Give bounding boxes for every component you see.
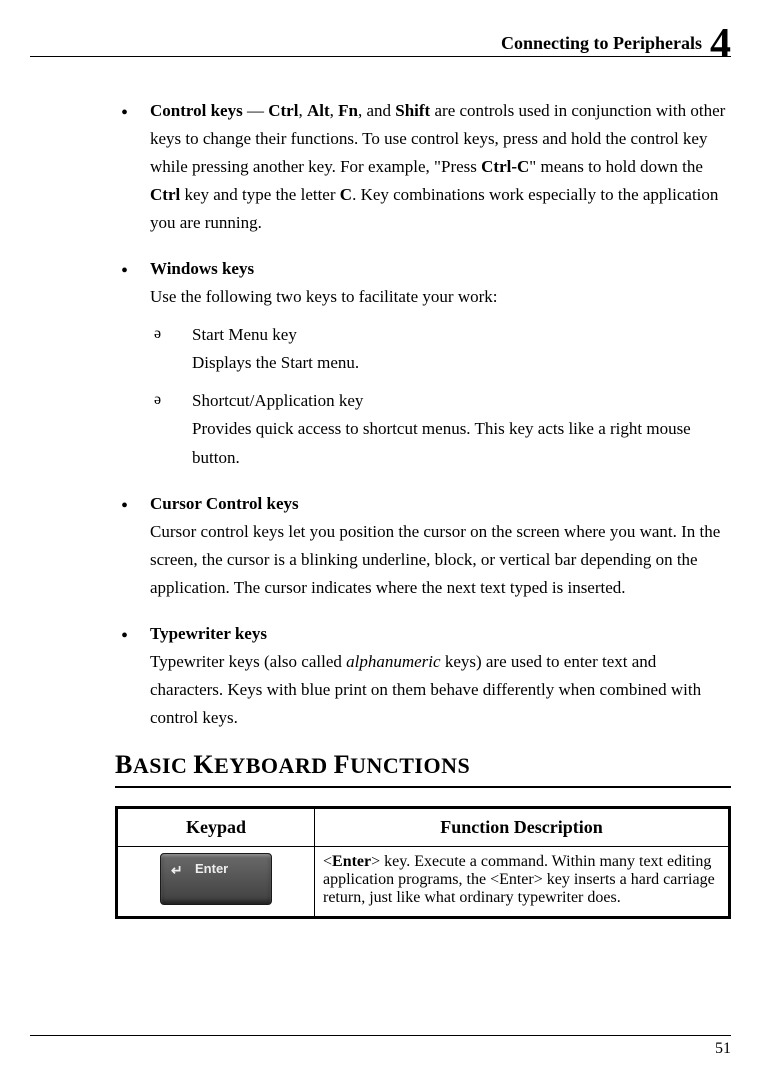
bullet-control-keys: Control keys — Ctrl, Alt, Fn, and Shift … (115, 97, 731, 237)
page-footer: 51 (30, 1035, 731, 1058)
keyboard-functions-table: Keypad Function Description ↵ Enter <Ent… (115, 806, 731, 919)
header-title: Connecting to Peripherals (501, 33, 702, 53)
cursor-keys-desc: Cursor control keys let you position the… (150, 522, 720, 597)
bullet-typewriter-keys: Typewriter keys Typewriter keys (also ca… (115, 620, 731, 732)
sub-shortcut-key: Shortcut/Application key Provides quick … (150, 387, 731, 471)
enter-key-icon: ↵ Enter (160, 853, 272, 905)
body-content: Control keys — Ctrl, Alt, Fn, and Shift … (30, 97, 731, 919)
cursor-keys-title: Cursor Control keys (150, 494, 299, 513)
windows-keys-title: Windows keys (150, 259, 254, 278)
typewriter-keys-title: Typewriter keys (150, 624, 267, 643)
section-heading: BASIC KEYBOARD FUNCTIONS (115, 750, 731, 780)
cell-enter-key-image: ↵ Enter (117, 846, 315, 917)
page-header: Connecting to Peripherals 4 (30, 20, 731, 57)
bullet-cursor-keys: Cursor Control keys Cursor control keys … (115, 490, 731, 602)
sub-start-menu: Start Menu key Displays the Start menu. (150, 321, 731, 377)
section-rule (115, 786, 731, 788)
page-number: 51 (715, 1040, 731, 1057)
enter-arrow-icon: ↵ (171, 862, 183, 879)
th-keypad: Keypad (117, 807, 315, 846)
chapter-number: 4 (710, 28, 731, 62)
control-keys-title: Control keys (150, 101, 243, 120)
th-function: Function Description (315, 807, 730, 846)
windows-keys-desc: Use the following two keys to facilitate… (150, 287, 497, 306)
cell-enter-description: <Enter> key. Execute a command. Within m… (315, 846, 730, 917)
bullet-windows-keys: Windows keys Use the following two keys … (115, 255, 731, 471)
